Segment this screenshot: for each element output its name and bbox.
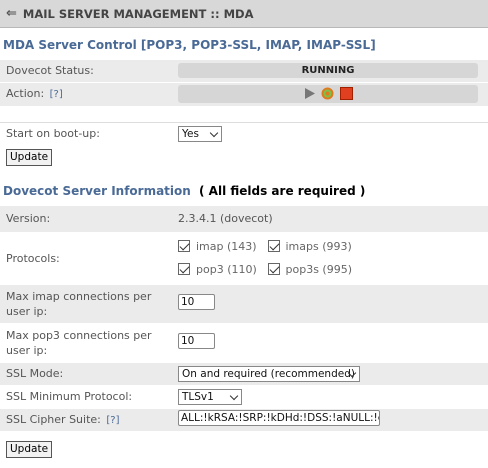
pop3-conn-row: Max pop3 connections per user ip: 10 [0,323,488,363]
ssl-mode-value: On and required (recommended) [182,367,355,380]
protocol-imaps[interactable]: imaps (993) [267,235,352,258]
control-heading: MDA Server Control [POP3, POP3-SSL, IMAP… [3,38,376,52]
version-value: 2.3.4.1 (dovecot) [172,206,488,233]
version-row: Version: 2.3.4.1 (dovecot) [0,206,488,233]
protocol-pop3s[interactable]: pop3s (995) [267,258,352,281]
info-heading: Dovecot Server Information ( All fields … [3,184,365,198]
restart-icon[interactable] [321,87,334,100]
imap-conn-label: Max imap connections per user ip: [0,284,172,324]
required-note: ( All fields are required ) [199,184,366,198]
action-row: Action: [?] [0,82,488,107]
info-table: Version: 2.3.4.1 (dovecot) Protocols: im… [0,206,488,432]
boot-update-button[interactable]: Update [6,149,53,166]
version-label: Version: [0,206,172,233]
control-table: Dovecot Status: RUNNING Action: [?] [0,60,488,107]
protocol-pop3[interactable]: pop3 (110) [178,258,264,281]
info-update-button[interactable]: Update [6,441,53,458]
page-titlebar: ⇐ MAIL SERVER MANAGEMENT :: MDA [0,0,488,28]
page-title: MAIL SERVER MANAGEMENT :: MDA [22,6,254,21]
boot-select-value: Yes [182,127,199,140]
start-icon[interactable] [303,87,316,100]
boot-table: Start on boot-up: Yes [0,122,488,145]
checkbox-checked-icon[interactable] [178,240,190,252]
chevron-down-icon [229,391,239,400]
checkbox-checked-icon[interactable] [267,240,280,252]
cipher-row: SSL Cipher Suite: [?] ALL:!kRSA:!SRP:!kD… [0,408,488,432]
action-bar [178,85,478,103]
checkbox-checked-icon[interactable] [178,263,190,275]
protocols-label: Protocols: [0,232,172,285]
status-badge: RUNNING [178,63,478,79]
boot-label: Start on boot-up: [0,122,172,145]
arrow-left-icon[interactable]: ⇐ [6,6,17,21]
info-heading-title: Dovecot Server Information [3,184,191,198]
protocols-row: Protocols: imap (143) imaps (993) pop3 (… [0,232,488,285]
imap-conn-input[interactable]: 10 [178,294,215,310]
boot-row: Start on boot-up: Yes [0,122,488,145]
boot-select[interactable]: Yes [178,125,222,142]
pop3-conn-input[interactable]: 10 [178,333,215,349]
imap-conn-row: Max imap connections per user ip: 10 [0,284,488,324]
ssl-proto-row: SSL Minimum Protocol: TLSv1 [0,385,488,409]
checkbox-checked-icon[interactable] [267,263,280,275]
ssl-proto-label: SSL Minimum Protocol: [0,385,172,409]
ssl-proto-select[interactable]: TLSv1 [178,388,242,405]
pop3-conn-label: Max pop3 connections per user ip: [0,323,172,363]
chevron-down-icon [209,128,219,137]
cipher-label: SSL Cipher Suite: [6,412,101,426]
cipher-help-link[interactable]: [?] [106,415,119,426]
protocol-imap[interactable]: imap (143) [178,235,264,258]
action-label: Action: [6,87,45,100]
action-help-link[interactable]: [?] [50,89,63,100]
ssl-proto-value: TLSv1 [182,390,214,403]
stop-icon[interactable] [340,87,353,100]
ssl-mode-select[interactable]: On and required (recommended) [178,365,360,382]
ssl-mode-row: SSL Mode: On and required (recommended) [0,362,488,386]
ssl-mode-label: SSL Mode: [0,362,172,386]
status-label: Dovecot Status: [0,60,172,83]
status-row: Dovecot Status: RUNNING [0,60,488,83]
cipher-input[interactable]: ALL:!kRSA:!SRP:!kDHd:!DSS:!aNULL:!eNUL [178,410,380,426]
